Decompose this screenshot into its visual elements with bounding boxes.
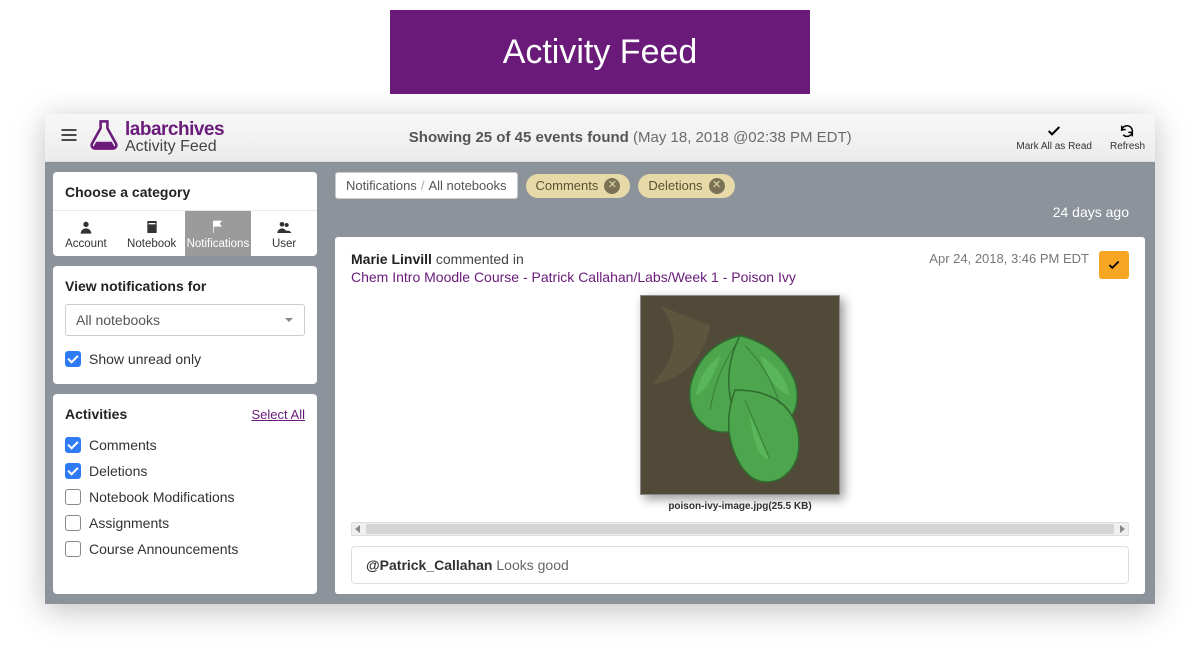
- category-panel: Choose a category Account Notebook Notif…: [53, 172, 317, 256]
- checkbox-icon: [65, 515, 81, 531]
- filter-pill-comments[interactable]: Comments ✕: [526, 174, 631, 198]
- attachment-image-wrap: poison-ivy-image.jpg(25.5 KB): [351, 295, 1129, 512]
- brand-sub: Activity Feed: [125, 139, 224, 155]
- brand-name: labarchives: [125, 120, 224, 139]
- time-ago-label: 24 days ago: [1053, 204, 1129, 220]
- tab-notifications[interactable]: Notifications: [185, 211, 252, 256]
- app-frame: labarchives Activity Feed Showing 25 of …: [45, 114, 1155, 604]
- close-icon[interactable]: ✕: [604, 178, 620, 194]
- topbar: labarchives Activity Feed Showing 25 of …: [45, 114, 1155, 162]
- checkmark-icon: [1107, 258, 1121, 272]
- card-link[interactable]: Chem Intro Moodle Course - Patrick Calla…: [351, 269, 796, 285]
- chevron-down-icon: [284, 315, 294, 325]
- page-banner: Activity Feed: [390, 10, 810, 94]
- mark-read-button[interactable]: [1099, 251, 1129, 279]
- activity-course-announcements[interactable]: Course Announcements: [65, 536, 305, 562]
- logo[interactable]: labarchives Activity Feed: [87, 118, 224, 157]
- banner-title: Activity Feed: [503, 33, 698, 72]
- attachment-caption: poison-ivy-image.jpg(25.5 KB): [668, 501, 811, 512]
- activity-card: Marie Linvill commented in Chem Intro Mo…: [335, 237, 1145, 594]
- checkbox-icon: [65, 437, 81, 453]
- category-title: Choose a category: [65, 184, 305, 200]
- poison-ivy-image: [641, 296, 839, 494]
- hamburger-menu-icon[interactable]: [55, 121, 83, 154]
- close-icon[interactable]: ✕: [709, 178, 725, 194]
- activities-panel: Activities Select All Comments Deletions…: [53, 394, 317, 594]
- tab-user[interactable]: User: [251, 211, 317, 256]
- sidebar: Choose a category Account Notebook Notif…: [45, 162, 325, 604]
- content-area: Notifications / All notebooks Comments ✕…: [325, 162, 1155, 604]
- scrollbar-thumb[interactable]: [366, 524, 1114, 534]
- activities-title: Activities: [65, 406, 127, 422]
- activity-notebook-mods[interactable]: Notebook Modifications: [65, 484, 305, 510]
- refresh-button[interactable]: Refresh: [1110, 123, 1145, 152]
- checkmark-icon: [1045, 123, 1063, 139]
- breadcrumb-bar: Notifications / All notebooks Comments ✕…: [335, 172, 1145, 199]
- checkbox-icon: [65, 541, 81, 557]
- notif-filter-title: View notifications for: [65, 278, 305, 294]
- users-icon: [275, 219, 293, 235]
- activity-assignments[interactable]: Assignments: [65, 510, 305, 536]
- activity-comments[interactable]: Comments: [65, 432, 305, 458]
- status-text: Showing 25 of 45 events found (May 18, 2…: [244, 129, 1016, 146]
- notebook-select[interactable]: All notebooks: [65, 304, 305, 336]
- filter-pill-deletions[interactable]: Deletions ✕: [638, 174, 734, 198]
- horizontal-scrollbar[interactable]: [351, 522, 1129, 536]
- comment-box: @Patrick_Callahan Looks good: [351, 546, 1129, 584]
- user-icon: [77, 219, 95, 235]
- tab-account[interactable]: Account: [53, 211, 119, 256]
- checkbox-icon: [65, 463, 81, 479]
- attachment-image[interactable]: [640, 295, 840, 495]
- card-user-line: Marie Linvill commented in: [351, 251, 796, 267]
- activity-deletions[interactable]: Deletions: [65, 458, 305, 484]
- comment-text: Looks good: [493, 557, 569, 573]
- tab-notebook[interactable]: Notebook: [119, 211, 185, 256]
- mark-all-read-button[interactable]: Mark All as Read: [1016, 123, 1092, 152]
- checkbox-icon: [65, 489, 81, 505]
- checkbox-icon: [65, 351, 81, 367]
- notifications-filter-panel: View notifications for All notebooks Sho…: [53, 266, 317, 384]
- flask-icon: [87, 118, 121, 157]
- notebook-icon: [143, 219, 161, 235]
- breadcrumb[interactable]: Notifications / All notebooks: [335, 172, 518, 199]
- select-all-link[interactable]: Select All: [252, 407, 305, 422]
- flag-icon: [209, 219, 227, 235]
- refresh-icon: [1118, 123, 1136, 139]
- comment-mention[interactable]: @Patrick_Callahan: [366, 557, 493, 573]
- card-date: Apr 24, 2018, 3:46 PM EDT: [929, 251, 1089, 266]
- unread-only-checkbox[interactable]: Show unread only: [65, 346, 305, 372]
